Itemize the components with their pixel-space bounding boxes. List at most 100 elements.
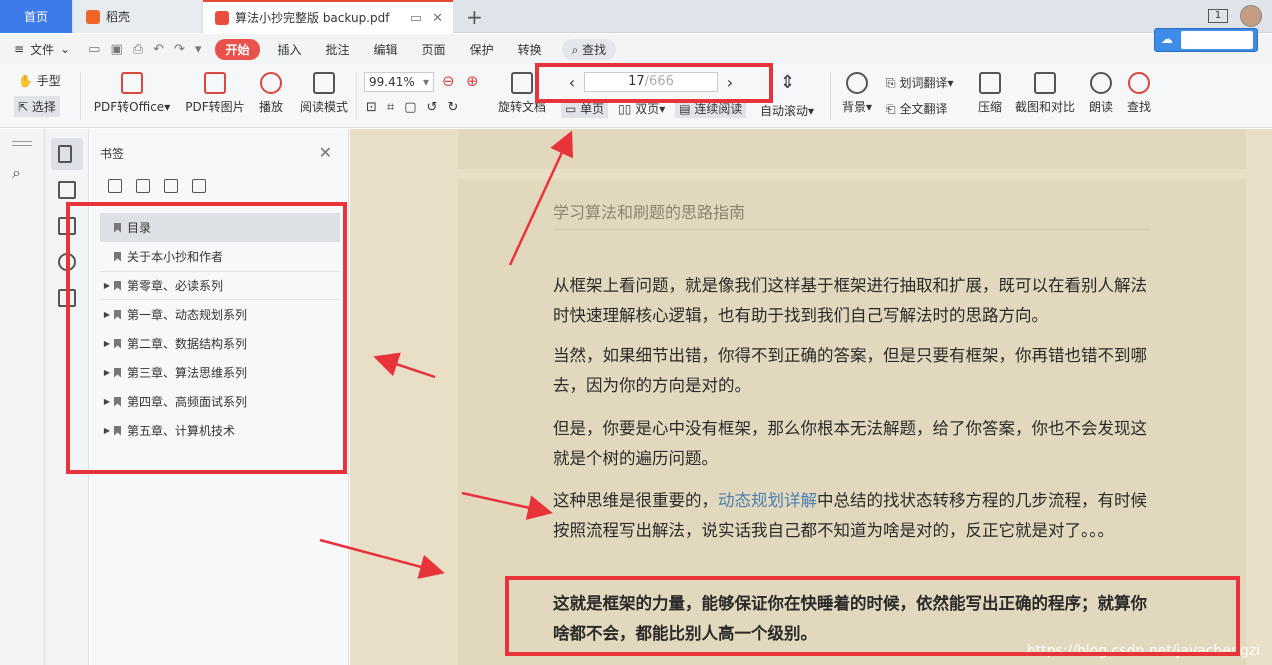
undo-icon[interactable]: ↶	[153, 42, 164, 57]
compress-label: 压缩	[977, 100, 1002, 114]
dropdown-icon[interactable]: ▾	[195, 42, 202, 57]
tab-document[interactable]: 算法小抄完整版 backup.pdf ▭ ✕	[203, 0, 453, 33]
comment-icon[interactable]	[58, 217, 76, 235]
menu-edit[interactable]: 编辑	[362, 41, 410, 58]
continuous-read-label: 连续阅读	[694, 102, 743, 116]
attachment-icon[interactable]	[58, 253, 76, 271]
compress-button[interactable]: 压缩	[976, 72, 1004, 115]
list-item[interactable]: 目录	[100, 213, 340, 242]
menu-page[interactable]: 页面	[410, 41, 458, 58]
play-button[interactable]: 播放	[256, 72, 286, 115]
compress-icon	[979, 72, 1001, 94]
expand-icon[interactable]: ▶	[100, 339, 114, 348]
fit-page-icon[interactable]: ⌗	[387, 100, 394, 115]
hand-tool-button[interactable]: ✋ 手型	[18, 72, 61, 89]
rotate-document-button[interactable]: 旋转文档	[496, 72, 548, 115]
bookmark-icon[interactable]	[58, 145, 72, 163]
read-mode-button[interactable]: 阅读模式	[298, 72, 350, 115]
single-page-button[interactable]: ▭ 单页	[561, 100, 609, 118]
next-page-icon[interactable]: ›	[718, 73, 742, 92]
tab-restore-icon[interactable]: ▭	[410, 11, 422, 26]
save-icon[interactable]: ▣	[110, 42, 122, 57]
pdf-to-image-button[interactable]: PDF转图片	[184, 72, 246, 115]
prev-page-icon[interactable]: ‹	[560, 73, 584, 92]
search-icon: ⌕	[571, 42, 579, 57]
menu-convert[interactable]: 转换	[506, 41, 554, 58]
list-item[interactable]: ▶ 第二章、数据结构系列	[100, 329, 340, 358]
close-icon[interactable]: ✕	[319, 143, 332, 162]
bookmark-label: 关于本小抄和作者	[127, 250, 224, 264]
fit-width-icon[interactable]: ▢	[404, 100, 416, 115]
list-item[interactable]: ▶ 第一章、动态规划系列	[100, 300, 340, 329]
list-item[interactable]: ▶ 第五章、计算机技术	[100, 416, 340, 445]
rotate-left-icon[interactable]: ↺	[427, 100, 438, 115]
cloud-sync-widget[interactable]: ☁	[1154, 28, 1258, 52]
bookmark-options-icon[interactable]	[192, 179, 206, 193]
paragraph: 当然，如果细节出错，你得不到正确的答案，但是只要有框架，你再错也错不到哪去，因为…	[553, 346, 1147, 395]
page-current: 17	[628, 74, 645, 89]
list-item[interactable]: ▶ 第零章、必读系列	[100, 271, 340, 300]
page-number-input[interactable]: 17/666	[584, 72, 718, 92]
word-translate-button[interactable]: ⎘ 划词翻译▾	[886, 74, 953, 91]
expand-icon[interactable]: ▶	[100, 397, 114, 406]
rotate-right-icon[interactable]: ↻	[447, 100, 458, 115]
find-in-panel-icon[interactable]: ⌕	[12, 163, 21, 183]
page-navigator: ‹ 17/666 ›	[560, 70, 770, 94]
paragraph-text: 这种思维是很重要的，	[553, 491, 718, 510]
pdf-to-office-button[interactable]: PDF转Office▾	[92, 72, 172, 115]
remove-bookmark-icon[interactable]	[136, 179, 150, 193]
document-view[interactable]: 学习算法和刷题的思路指南 从框架上看问题，就是像我们这样基于框架进行抽取和扩展，…	[350, 129, 1272, 665]
full-translate-button[interactable]: ⎗ 全文翻译	[886, 100, 947, 117]
thumbnail-icon[interactable]	[58, 181, 76, 199]
window-count-badge[interactable]: 1	[1208, 9, 1228, 23]
redo-icon[interactable]: ↷	[174, 42, 185, 57]
expand-icon[interactable]: ▶	[100, 426, 114, 435]
drag-handle[interactable]	[12, 141, 32, 142]
rotate-icon	[511, 72, 533, 94]
actual-size-icon[interactable]: ⊡	[366, 100, 377, 115]
pdf-icon	[215, 10, 229, 25]
close-icon[interactable]: ✕	[432, 11, 443, 26]
signature-icon[interactable]	[58, 289, 76, 307]
list-item[interactable]: ▶ 第四章、高频面试系列	[100, 387, 340, 416]
menu-search[interactable]: ⌕ 查找	[561, 38, 617, 60]
avatar[interactable]	[1240, 5, 1262, 27]
screenshot-compare-button[interactable]: 截图和对比	[1014, 72, 1076, 115]
double-page-label: 双页	[635, 102, 660, 116]
background-button[interactable]: 背景▾	[840, 72, 874, 115]
menu-start[interactable]: 开始	[215, 38, 260, 60]
header-divider	[553, 229, 1151, 230]
continuous-read-button[interactable]: ▤ 连续阅读	[675, 100, 747, 118]
list-item[interactable]: ▶ 第三章、算法思维系列	[100, 358, 340, 387]
zoom-select[interactable]: 99.41% ▾	[364, 72, 434, 92]
list-item[interactable]: 关于本小抄和作者	[100, 242, 340, 271]
dp-link[interactable]: 动态规划详解	[718, 491, 817, 510]
select-tool-button[interactable]: ⇱ 选择	[14, 96, 60, 117]
paragraph: 这种思维是很重要的，动态规划详解中总结的找状态转移方程的几步流程，有时候按照流程…	[553, 486, 1163, 546]
add-bookmark-icon[interactable]	[108, 179, 122, 193]
tab-home[interactable]: 首页	[0, 0, 72, 33]
zoom-out-icon[interactable]: ⊖	[442, 72, 455, 90]
tab-daoke[interactable]: 稻壳	[74, 0, 201, 33]
auto-scroll-button[interactable]: 自动滚动▾	[760, 102, 814, 119]
print-icon[interactable]: ⎙	[133, 42, 143, 57]
expand-icon[interactable]: ▶	[100, 310, 114, 319]
menu-protect[interactable]: 保护	[458, 41, 506, 58]
zoom-in-icon[interactable]: ⊕	[466, 72, 479, 90]
select-tool-label: 选择	[31, 100, 56, 114]
new-tab-button[interactable]: +	[466, 5, 483, 29]
add-child-bookmark-icon[interactable]	[164, 179, 178, 193]
bookmark-icon	[114, 338, 121, 349]
tab-document-label: 算法小抄完整版 backup.pdf	[235, 11, 390, 25]
double-page-button[interactable]: ▯▯ 双页▾	[614, 100, 669, 118]
expand-icon[interactable]: ▶	[100, 281, 114, 290]
menu-insert[interactable]: 插入	[266, 41, 314, 58]
page-header: 学习算法和刷题的思路指南	[553, 203, 746, 222]
file-menu[interactable]: ≡ 文件 ⌄	[14, 41, 70, 58]
menu-annotate[interactable]: 批注	[314, 41, 362, 58]
left-nav-strip: ⌕	[0, 129, 45, 665]
expand-icon[interactable]: ▶	[100, 368, 114, 377]
open-icon[interactable]: ▭	[88, 42, 100, 57]
read-aloud-button[interactable]: 朗读	[1088, 72, 1114, 115]
find-button[interactable]: 查找	[1126, 72, 1152, 115]
